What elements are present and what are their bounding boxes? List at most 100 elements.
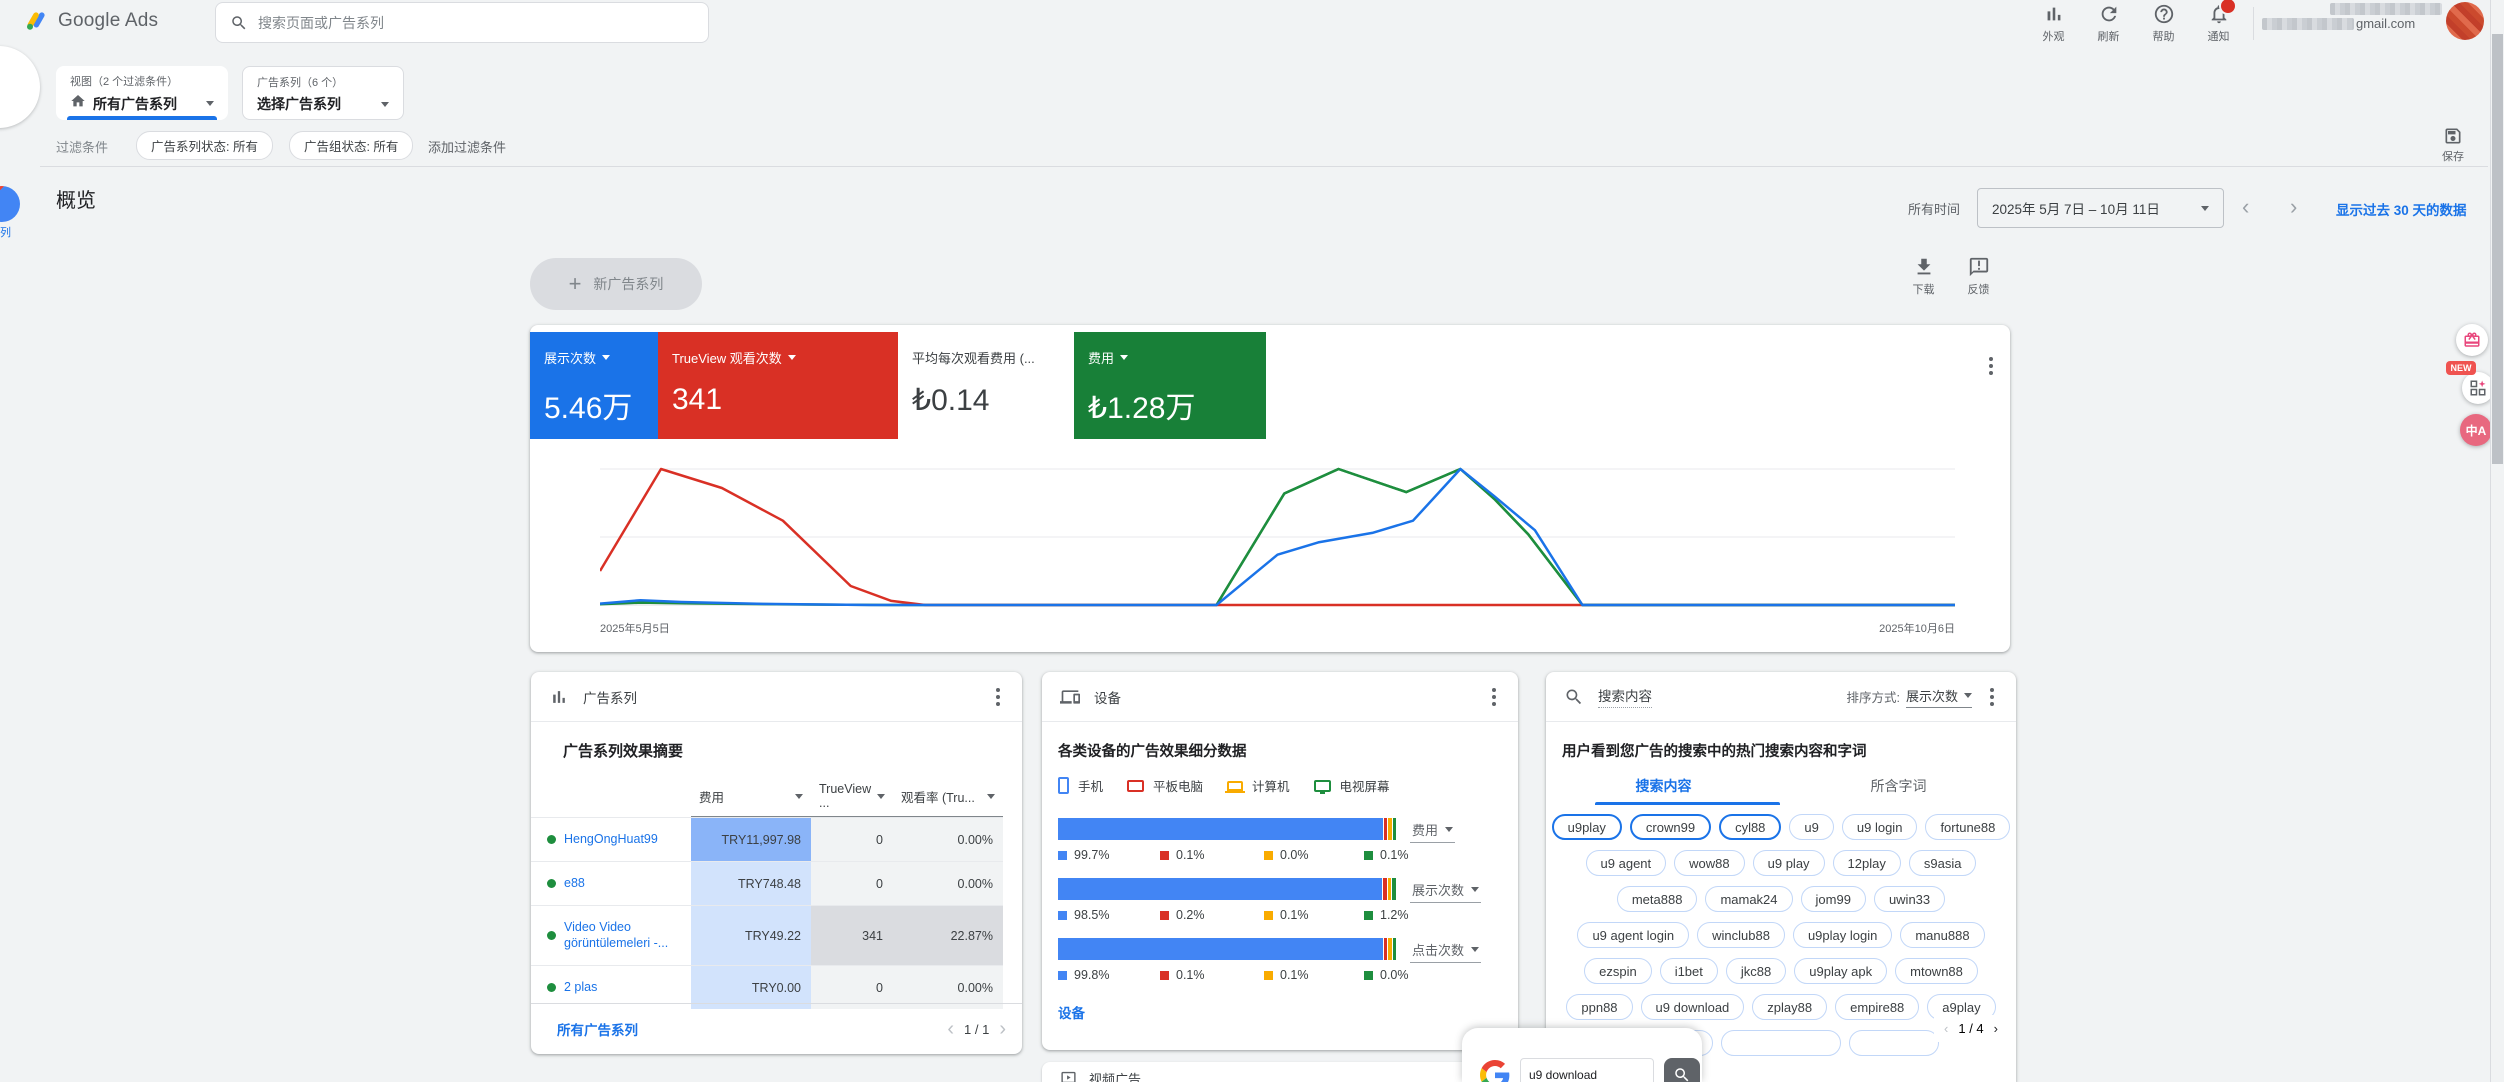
filter-bar-label: 过滤条件 [56, 137, 108, 156]
account-avatar[interactable] [2446, 2, 2484, 40]
search-term-chip[interactable]: u9 agent login [1577, 922, 1689, 948]
search-term-chip[interactable]: manu888 [1900, 922, 1984, 948]
new-campaign-button[interactable]: + 新广告系列 [530, 258, 702, 310]
topbar-help[interactable]: 帮助 [2136, 3, 2191, 44]
scorecard-0[interactable]: 展示次数5.46万 [530, 332, 658, 439]
chevron-down-icon [602, 355, 610, 360]
page-indicator: 1 / 4 [1958, 1021, 1983, 1036]
gift-extension-button[interactable] [2456, 324, 2488, 356]
campaign-link[interactable]: 2 plas [564, 980, 597, 996]
date-next-button[interactable]: › [2290, 194, 2297, 220]
grid-sparkle-icon [2469, 379, 2487, 397]
search-term-chip[interactable]: crown99 [1630, 814, 1711, 840]
filter-chip[interactable]: 广告组状态: 所有 [289, 131, 413, 160]
search-term-chip[interactable]: mtown88 [1895, 958, 1978, 984]
search-term-chip[interactable] [1849, 1030, 1939, 1056]
search-term-chip[interactable]: u9 [1789, 814, 1833, 840]
filter-chip[interactable]: 广告系列状态: 所有 [136, 131, 273, 160]
page-prev-icon[interactable]: ‹ [947, 1018, 954, 1041]
campaign-link[interactable]: HengOngHuat99 [564, 832, 658, 848]
search-term-chip[interactable]: u9play login [1793, 922, 1892, 948]
add-filter-button[interactable]: 添加过滤条件 [428, 137, 506, 156]
campaign-picker-value: 选择广告系列 [257, 94, 341, 114]
search-terms-menu-kebab-icon[interactable] [1986, 684, 1998, 710]
legend-square-icon [1058, 851, 1067, 860]
search-term-chip[interactable]: empire88 [1835, 994, 1919, 1020]
google-ads-logo[interactable]: Google Ads [24, 9, 158, 33]
search-term-chip[interactable]: u9 download [1641, 994, 1745, 1020]
show-last-30-days-link[interactable]: 显示过去 30 天的数据 [2336, 199, 2467, 219]
search-term-chip[interactable]: u9play apk [1794, 958, 1887, 984]
search-term-chip[interactable]: 12play [1833, 850, 1901, 876]
scorecard-3[interactable]: 费用₺1.28万 [1074, 332, 1266, 439]
page-prev-icon[interactable]: ‹ [1944, 1021, 1948, 1036]
column-header-1[interactable]: TrueView ... [811, 776, 893, 817]
chevron-down-icon [1471, 887, 1479, 892]
timeseries-chart[interactable] [600, 457, 1955, 615]
video-ads-title: 视频广告 [1089, 1069, 1141, 1082]
gift-icon [2463, 331, 2481, 349]
topbar-notifications[interactable]: 通知 [2191, 3, 2246, 44]
date-range-picker[interactable]: 2025年 5月 7日 – 10月 11日 [1977, 188, 2224, 228]
scorecard-2[interactable]: 平均每次观看费用 (...₺0.14 [898, 332, 1074, 439]
date-prev-button[interactable]: ‹ [2242, 194, 2249, 220]
view-picker[interactable]: 视图（2 个过滤条件） 所有广告系列 [56, 66, 228, 120]
scorecard-label: TrueView 观看次数 [672, 348, 884, 367]
scorecard-label-text: TrueView 观看次数 [672, 348, 782, 367]
save-button[interactable]: 保存 [2442, 126, 2464, 164]
search-term-chip[interactable]: fortune88 [1925, 814, 2010, 840]
search-term-chip[interactable]: uwin33 [1874, 886, 1945, 912]
percentage-item: 0.1% [1160, 968, 1205, 982]
popup-search-button[interactable] [1664, 1058, 1700, 1082]
campaign-link[interactable]: Video Video görüntülemeleri -... [564, 920, 676, 951]
download-button[interactable]: 下载 [1896, 256, 1951, 297]
feedback-button[interactable]: 反馈 [1951, 256, 2006, 297]
page-next-icon[interactable]: › [999, 1018, 1006, 1041]
bar-metric-dropdown[interactable]: 点击次数 [1410, 938, 1481, 963]
search-term-chip[interactable]: wow88 [1674, 850, 1744, 876]
devices-menu-kebab-icon[interactable] [1488, 684, 1500, 710]
bar-metric-dropdown[interactable]: 费用 [1410, 818, 1455, 843]
sort-value-dropdown[interactable]: 展示次数 [1906, 686, 1972, 708]
column-header-2[interactable]: 观看率 (Tru... [893, 776, 1003, 817]
search-term-chip[interactable] [1721, 1030, 1841, 1056]
column-header-0[interactable]: 费用 [691, 776, 811, 817]
search-term-chip[interactable]: zplay88 [1752, 994, 1827, 1020]
collapsed-nav-icon[interactable] [0, 186, 20, 222]
search-term-chip[interactable]: i1bet [1660, 958, 1718, 984]
campaigns-menu-kebab-icon[interactable] [992, 684, 1004, 710]
tv-screen-icon [1314, 780, 1331, 792]
search-term-chip[interactable]: u9 agent [1586, 850, 1667, 876]
popup-search-input[interactable] [1520, 1058, 1654, 1082]
topbar-appearance[interactable]: 外观 [2026, 3, 2081, 44]
all-campaigns-link[interactable]: 所有广告系列 [557, 1019, 638, 1039]
search-term-chip[interactable]: jkc88 [1726, 958, 1786, 984]
campaign-link[interactable]: e88 [564, 876, 585, 892]
search-term-chip[interactable]: u9 play [1753, 850, 1825, 876]
bar-metric-dropdown[interactable]: 展示次数 [1410, 878, 1481, 903]
global-search-box[interactable]: 搜索页面或广告系列 [215, 2, 709, 43]
chart-menu-kebab-icon[interactable] [1985, 353, 1997, 379]
search-term-chip[interactable]: cyl88 [1719, 814, 1781, 840]
search-term-chip[interactable]: u9 login [1842, 814, 1918, 840]
scorecard-1[interactable]: TrueView 观看次数341 [658, 332, 898, 439]
scrollbar-thumb[interactable] [2492, 34, 2503, 464]
table-row: Video Video görüntülemeleri -...TRY49.22… [531, 905, 1003, 965]
search-term-chip[interactable]: jom99 [1801, 886, 1866, 912]
campaign-picker[interactable]: 广告系列（6 个） 选择广告系列 [242, 66, 404, 120]
search-term-chip[interactable]: meta888 [1617, 886, 1698, 912]
search-term-chip[interactable]: u9play [1552, 814, 1622, 840]
topbar-refresh[interactable]: 刷新 [2081, 3, 2136, 44]
search-term-chip[interactable]: ezspin [1584, 958, 1652, 984]
search-term-chip[interactable]: winclub88 [1697, 922, 1785, 948]
tab-contained-words[interactable]: 所含字词 [1781, 768, 2016, 808]
search-term-chip[interactable]: mamak24 [1705, 886, 1792, 912]
devices-link[interactable]: 设备 [1058, 1002, 1085, 1022]
search-term-chip[interactable]: ppn88 [1566, 994, 1632, 1020]
bar-metric-label: 点击次数 [1412, 940, 1464, 959]
table-header-spacer [531, 776, 691, 817]
search-term-chip[interactable]: s9asia [1909, 850, 1977, 876]
translate-extension-button[interactable]: 中A [2460, 414, 2492, 446]
cost-cell: TRY748.48 [691, 861, 811, 905]
page-next-icon[interactable]: › [1994, 1021, 1998, 1036]
